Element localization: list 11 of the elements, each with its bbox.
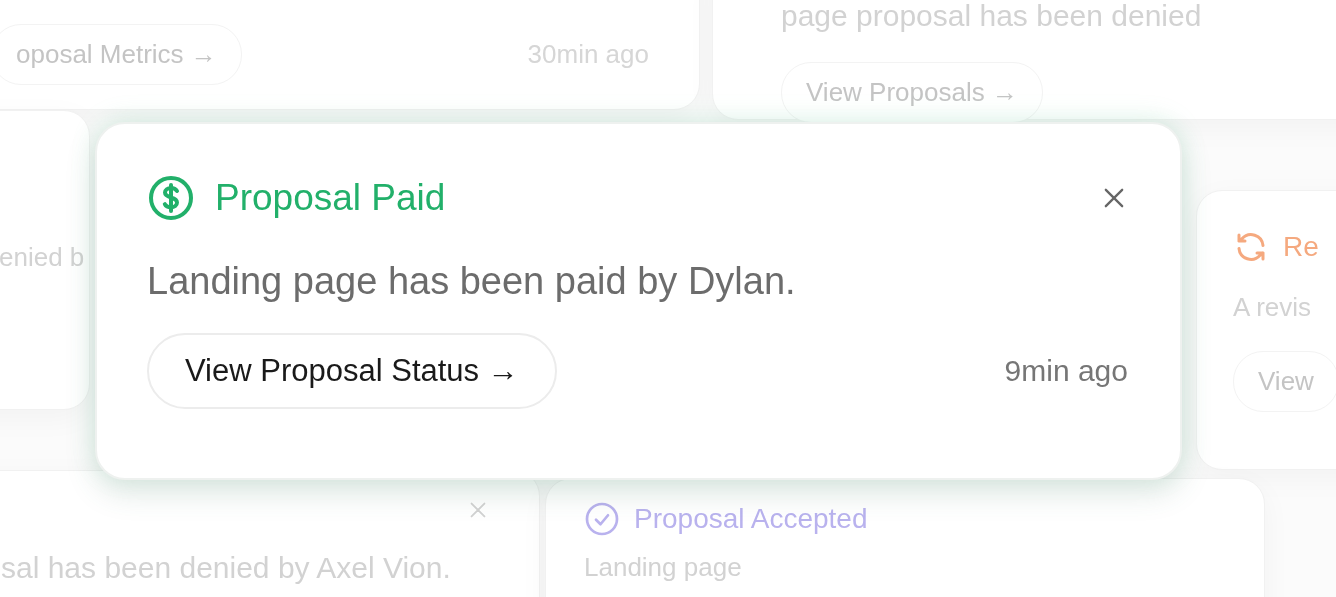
- notification-title: Proposal Accepted: [634, 503, 868, 535]
- action-button[interactable]: View: [1233, 350, 1336, 412]
- notification-title: Proposal Paid: [215, 177, 446, 219]
- check-circle-icon: [584, 501, 620, 537]
- notification-message: Landing page has been paid by Dylan.: [147, 260, 797, 303]
- action-button[interactable]: View Proposals →: [781, 61, 1043, 123]
- dollar-icon: [147, 174, 195, 222]
- time-label: 9min ago: [1004, 354, 1128, 388]
- notification-title: Re: [1283, 231, 1319, 263]
- action-button[interactable]: oposal Metrics →: [0, 24, 242, 85]
- view-status-button[interactable]: View Proposal Status →: [147, 333, 557, 409]
